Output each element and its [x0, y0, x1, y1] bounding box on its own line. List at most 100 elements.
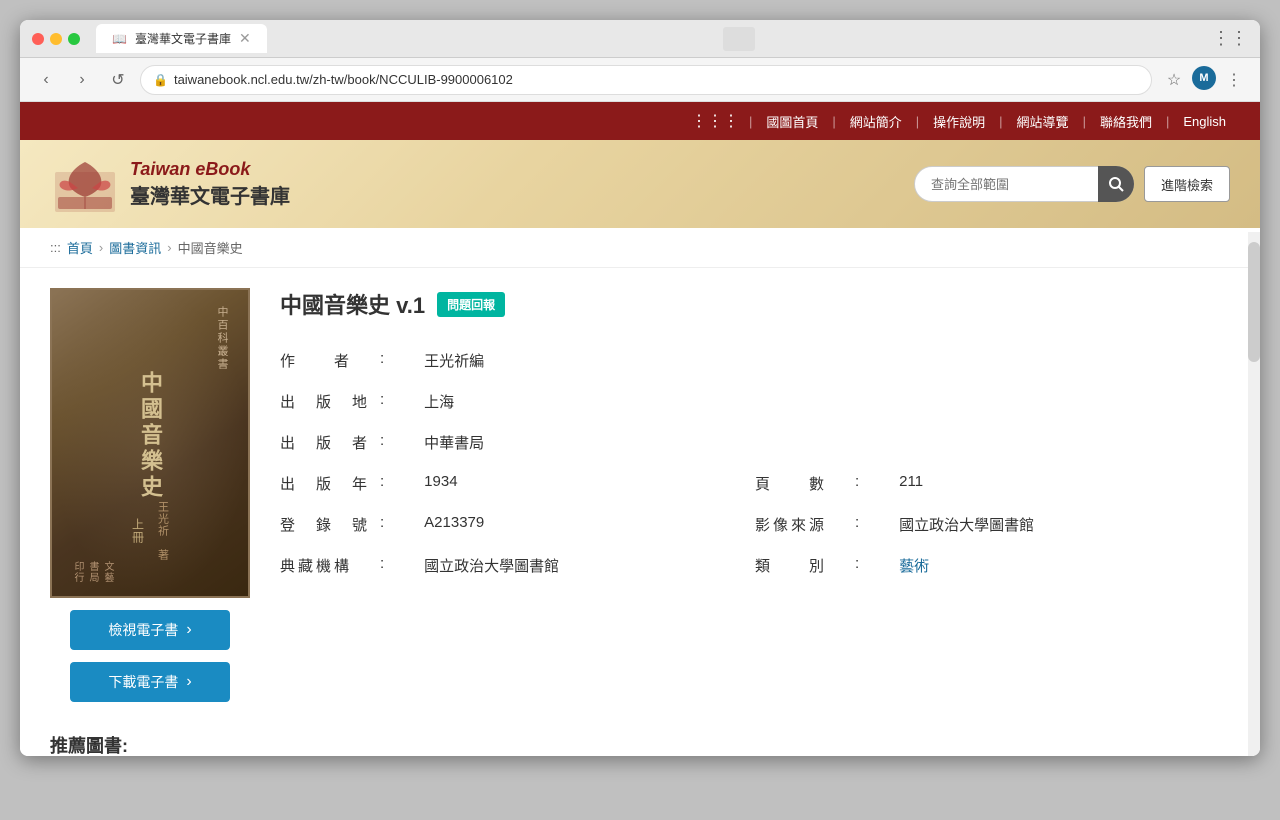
- category-label: 類 別: [755, 555, 855, 576]
- recommended-title: 推薦圖書:: [50, 736, 128, 756]
- publisher-place-value: 上海: [424, 391, 1230, 412]
- record-no-value: A213379: [424, 514, 755, 535]
- breadcrumb-home[interactable]: 首頁: [67, 238, 93, 257]
- maximize-button[interactable]: [68, 33, 80, 45]
- detail-row-publisher: 出 版 者 : 中華書局: [280, 422, 1230, 463]
- forward-button[interactable]: ›: [68, 66, 96, 94]
- book-cover-title: 中國音樂史: [134, 371, 166, 501]
- book-cover-area: 中百科叢書 中國音樂史: [50, 288, 250, 702]
- search-button[interactable]: [1098, 166, 1134, 202]
- advanced-search-button[interactable]: 進階檢索: [1144, 166, 1230, 202]
- browser-tab[interactable]: 📖 臺灣華文電子書庫 ✕: [96, 24, 267, 53]
- publish-year-label: 出 版 年: [280, 473, 380, 494]
- traffic-lights: [32, 33, 80, 45]
- tab-favicon: 📖: [112, 32, 127, 46]
- breadcrumb-library[interactable]: 圖書資訊: [109, 238, 161, 257]
- pages-colon: :: [855, 473, 859, 494]
- detail-row-record-imagesource: 登 錄 號 : A213379 影像來源 : 國立政治大學圖書館: [280, 504, 1230, 545]
- nav-item-sitemap[interactable]: 網站導覽: [1003, 112, 1083, 131]
- download-arrow-icon: ›: [186, 673, 191, 691]
- detail-cell-image-source: 影像來源 : 國立政治大學圖書館: [755, 514, 1230, 535]
- book-cover-subtitle: 上冊: [130, 518, 147, 544]
- minimize-button[interactable]: [50, 33, 62, 45]
- address-bar[interactable]: 🔒 taiwanebook.ncl.edu.tw/zh-tw/book/NCCU…: [140, 65, 1152, 95]
- detail-cell-record: 登 錄 號 : A213379: [280, 514, 755, 535]
- new-tab-button[interactable]: [723, 27, 755, 51]
- book-title: 中國音樂史 v.1: [280, 288, 425, 320]
- detail-cell-category: 類 別 : 藝術: [755, 555, 1230, 576]
- detail-row-author: 作 者 : 王光祈編: [280, 340, 1230, 381]
- publish-year-colon: :: [380, 473, 384, 494]
- nav-item-home[interactable]: 國圖首頁: [752, 112, 832, 131]
- tab-close-icon[interactable]: ✕: [239, 30, 251, 47]
- lock-icon: 🔒: [153, 73, 168, 87]
- recommended-section: 推薦圖書:: [20, 722, 1260, 756]
- view-arrow-icon: ›: [186, 621, 191, 639]
- site-navigation: ⋮⋮⋮ | 國圖首頁 | 網站簡介 | 操作說明 | 網站導覽 | 聯絡我們 |…: [20, 102, 1260, 140]
- bookmark-button[interactable]: ☆: [1160, 66, 1188, 94]
- download-ebook-label: 下載電子書: [108, 672, 178, 692]
- detail-cell-year: 出 版 年 : 1934: [280, 473, 755, 494]
- back-button[interactable]: ‹: [32, 66, 60, 94]
- record-no-colon: :: [380, 514, 384, 535]
- logo-english: Taiwan eBook: [130, 159, 290, 180]
- publish-year-value: 1934: [424, 473, 755, 494]
- detail-cell-collection: 典藏機構 : 國立政治大學圖書館: [280, 555, 755, 576]
- browser-toolbar: ‹ › ↺ 🔒 taiwanebook.ncl.edu.tw/zh-tw/boo…: [20, 58, 1260, 102]
- publisher-label: 出 版 者: [280, 432, 380, 453]
- logo-chinese: 臺灣華文電子書庫: [130, 180, 290, 209]
- author-colon: :: [380, 350, 384, 371]
- view-ebook-button[interactable]: 檢視電子書 ›: [70, 610, 230, 650]
- detail-row-year-pages: 出 版 年 : 1934 頁 數 : 211: [280, 463, 1230, 504]
- category-colon: :: [855, 555, 859, 576]
- logo[interactable]: Taiwan eBook 臺灣華文電子書庫: [50, 152, 290, 217]
- nav-item-english[interactable]: English: [1169, 114, 1240, 129]
- window-menu-icon[interactable]: ⋮⋮: [1212, 28, 1248, 49]
- breadcrumb-sep-2: ›: [167, 240, 171, 255]
- main-content: 中百科叢書 中國音樂史: [20, 268, 1260, 722]
- collection-colon: :: [380, 555, 384, 576]
- detail-row-publisher-place: 出 版 地 : 上海: [280, 381, 1230, 422]
- breadcrumb: ::: 首頁 › 圖書資訊 › 中國音樂史: [20, 228, 1260, 268]
- publisher-place-colon: :: [380, 391, 384, 412]
- image-source-value: 國立政治大學圖書館: [899, 514, 1230, 535]
- scrollbar[interactable]: [1248, 232, 1260, 756]
- breadcrumb-prefix: :::: [50, 240, 61, 255]
- author-value: 王光祈編: [424, 350, 1230, 371]
- publisher-place-label: 出 版 地: [280, 391, 380, 412]
- record-no-label: 登 錄 號: [280, 514, 380, 535]
- profile-button[interactable]: M: [1192, 66, 1216, 90]
- view-ebook-label: 檢視電子書: [108, 620, 178, 640]
- logo-text: Taiwan eBook 臺灣華文電子書庫: [130, 159, 290, 209]
- refresh-button[interactable]: ↺: [104, 66, 132, 94]
- detail-table: 作 者 : 王光祈編 出 版 地 : 上海 出 版 者 : 中華書局: [280, 340, 1230, 586]
- book-title-area: 中國音樂史 v.1 問題回報: [280, 288, 1230, 320]
- report-issue-badge[interactable]: 問題回報: [437, 292, 505, 317]
- tab-title: 臺灣華文電子書庫: [135, 30, 231, 47]
- search-icon: [1108, 176, 1124, 192]
- nav-item-about[interactable]: 網站簡介: [836, 112, 916, 131]
- nav-item-contact[interactable]: 聯絡我們: [1086, 112, 1166, 131]
- breadcrumb-sep-1: ›: [99, 240, 103, 255]
- search-area: 進階檢索: [914, 166, 1230, 202]
- download-ebook-button[interactable]: 下載電子書 ›: [70, 662, 230, 702]
- collection-label: 典藏機構: [280, 555, 380, 576]
- scrollbar-thumb[interactable]: [1248, 242, 1260, 362]
- detail-cell-pages: 頁 數 : 211: [755, 473, 1230, 494]
- url-display: taiwanebook.ncl.edu.tw/zh-tw/book/NCCULI…: [174, 72, 513, 87]
- category-link[interactable]: 藝術: [899, 558, 929, 575]
- nav-item-help[interactable]: 操作說明: [919, 112, 999, 131]
- logo-icon: [50, 152, 120, 217]
- book-cover-image: 中百科叢書 中國音樂史: [50, 288, 250, 598]
- book-details: 中國音樂史 v.1 問題回報 作 者 : 王光祈編 出 版 地 : 上海: [280, 288, 1230, 702]
- detail-row-collection-category: 典藏機構 : 國立政治大學圖書館 類 別 : 藝術: [280, 545, 1230, 586]
- publisher-value: 中華書局: [424, 432, 1230, 453]
- menu-button[interactable]: ⋮: [1220, 66, 1248, 94]
- nav-dots-icon: ⋮⋮⋮: [691, 111, 739, 131]
- close-button[interactable]: [32, 33, 44, 45]
- book-cover-top-text: 中百科叢書: [214, 306, 230, 371]
- book-cover-author: 王光祈 著: [155, 501, 171, 561]
- pages-value: 211: [899, 473, 1230, 494]
- publisher-colon: :: [380, 432, 384, 453]
- category-value: 藝術: [899, 555, 1230, 576]
